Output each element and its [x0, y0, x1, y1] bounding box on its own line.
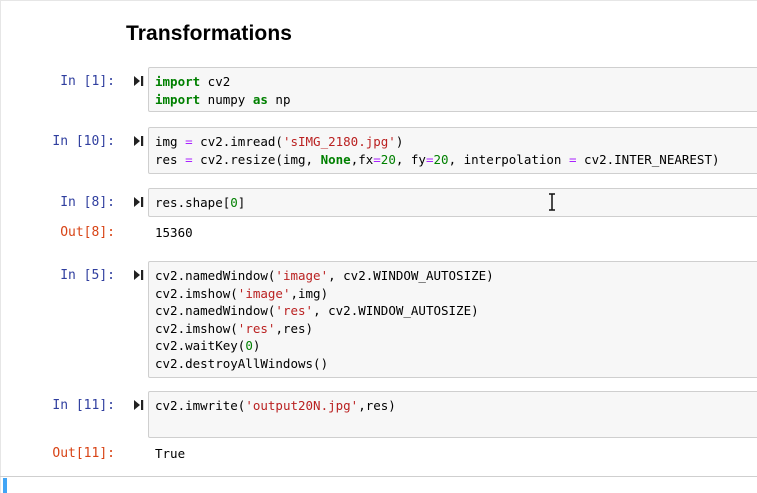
code-token: ) [395, 134, 404, 149]
code-token: cv2.resize(img, [192, 151, 321, 167]
code-token: None [320, 151, 351, 167]
new-cell-divider [0, 476, 757, 477]
code-line: cv2.imwrite('output20N.jpg',res) [155, 397, 396, 415]
code-editor[interactable]: img = cv2.imread('sIMG_2180.jpg') res = c… [155, 133, 720, 168]
code-editor[interactable]: cv2.namedWindow('image', cv2.WINDOW_AUTO… [155, 267, 494, 372]
code-token: cv2.imshow( [155, 320, 238, 336]
output-prompt: Out[11]: [52, 446, 115, 461]
code-token: ,img) [290, 285, 329, 301]
code-token: ,res) [358, 398, 396, 413]
code-token: = [185, 134, 193, 149]
code-token: res [155, 151, 186, 167]
code-line: res.shape[0] [155, 194, 245, 212]
output-text: 15360 [155, 225, 193, 240]
notebook-heading: Transformations [126, 22, 293, 45]
input-prompt: In [10]: [52, 134, 115, 149]
left-border [0, 0, 1, 493]
code-token: img [155, 134, 186, 149]
code-editor[interactable]: res.shape[0] [155, 194, 245, 212]
code-token: cv2 [200, 74, 231, 89]
output-prompt: Out[8]: [60, 225, 115, 240]
code-line: import numpy as np [155, 91, 290, 109]
code-token: import [155, 74, 201, 89]
code-line: cv2.namedWindow('res', cv2.WINDOW_AUTOSI… [155, 302, 494, 320]
output-text: True [155, 446, 186, 461]
step-run-icon[interactable] [133, 269, 145, 281]
code-editor[interactable]: import cv2 import numpy as np [155, 73, 290, 108]
text-cursor-icon [549, 193, 555, 211]
code-token: = [373, 151, 381, 167]
code-token: 'image' [237, 285, 291, 301]
code-token: = [185, 151, 193, 167]
code-token: cv2.destroyAllWindows() [155, 355, 329, 371]
code-token: 'image' [275, 268, 329, 283]
code-token: , interpolation [448, 151, 569, 167]
code-line: import cv2 [155, 73, 290, 91]
step-run-icon[interactable] [133, 75, 145, 87]
code-token: = [568, 151, 577, 167]
code-line: cv2.namedWindow('image', cv2.WINDOW_AUTO… [155, 267, 494, 285]
code-editor[interactable]: cv2.imwrite('output20N.jpg',res) [155, 397, 396, 415]
step-run-icon[interactable] [133, 135, 145, 147]
step-run-icon[interactable] [133, 196, 145, 208]
code-token: 'res' [237, 320, 276, 336]
code-line: img = cv2.imread('sIMG_2180.jpg') [155, 133, 720, 151]
code-token: ] [237, 195, 246, 210]
code-token: cv2.imread( [192, 134, 283, 149]
code-token: , cv2.WINDOW_AUTOSIZE) [328, 268, 494, 283]
code-token: 20 [380, 151, 396, 167]
code-line: cv2.waitKey(0) [155, 337, 494, 355]
code-token: 'output20N.jpg' [245, 398, 359, 413]
code-token: cv2.waitKey( [155, 338, 246, 353]
code-line: cv2.imshow('res',res) [155, 320, 494, 338]
code-token: , fy [395, 151, 426, 167]
code-token: as [252, 91, 268, 107]
code-token: res.shape[ [155, 195, 231, 210]
code-token: 'sIMG_2180.jpg' [282, 134, 396, 149]
code-token: numpy [200, 91, 253, 107]
input-prompt: In [5]: [60, 268, 115, 283]
code-token: cv2.INTER_NEAREST) [576, 151, 720, 167]
code-token: 20 [433, 151, 449, 167]
code-token: = [425, 151, 434, 167]
code-token: cv2.imshow( [155, 285, 238, 301]
selected-cell-indicator [3, 478, 7, 493]
code-line: cv2.imshow('image',img) [155, 285, 494, 303]
code-token: cv2.namedWindow( [155, 268, 276, 283]
code-token: 0 [230, 195, 238, 210]
code-token: ,fx [350, 151, 374, 167]
code-line: cv2.destroyAllWindows() [155, 355, 494, 373]
input-prompt: In [8]: [60, 195, 115, 210]
code-token: 'res' [275, 303, 314, 318]
input-prompt: In [11]: [52, 398, 115, 413]
code-token: import [155, 91, 201, 107]
top-border [0, 0, 757, 1]
code-token: ) [252, 338, 261, 353]
code-token: , cv2.WINDOW_AUTOSIZE) [313, 303, 479, 318]
code-token: cv2.imwrite( [155, 398, 246, 413]
code-line: res = cv2.resize(img, None,fx=20, fy=20,… [155, 151, 720, 169]
code-token: np [267, 91, 291, 107]
code-token: ,res) [275, 320, 314, 336]
step-run-icon[interactable] [133, 399, 145, 411]
code-token: cv2.namedWindow( [155, 303, 276, 318]
code-token: 0 [245, 338, 253, 353]
input-prompt: In [1]: [60, 74, 115, 89]
